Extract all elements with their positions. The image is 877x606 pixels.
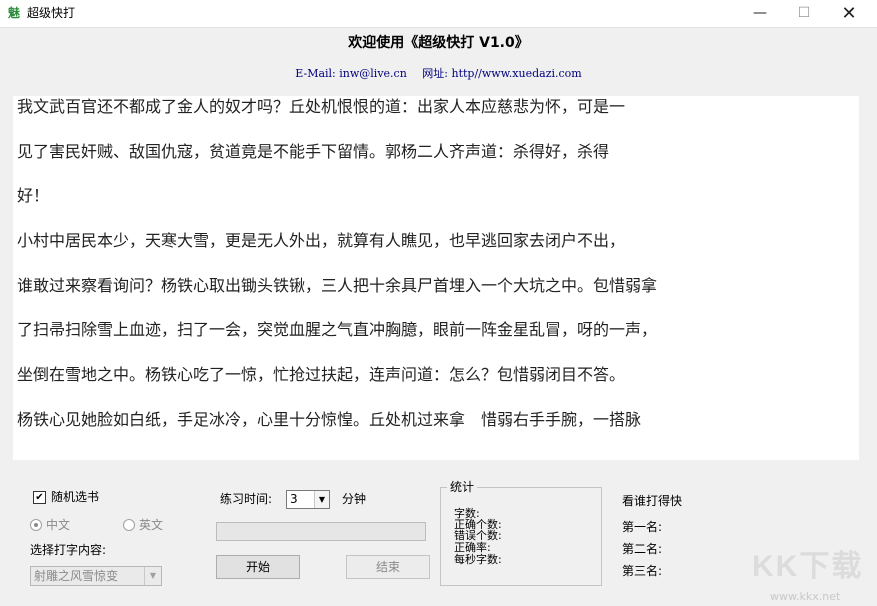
- text-line: 杨铁心见她脸如白纸，手足冰冷，心里十分惊惶。丘处机过来拿 惜弱右手手腕，一搭脉: [17, 410, 641, 430]
- welcome-heading: 欢迎使用《超级快打 V1.0》: [0, 34, 877, 52]
- radio-button[interactable]: [123, 519, 135, 531]
- title-bar: 魅 超级快打 — ☐ ✕: [0, 0, 877, 28]
- text-line: 好！: [17, 186, 49, 206]
- text-line: 我文武百官还不都成了金人的奴才吗？丘处机恨恨的道：出家人本应慈悲为怀，可是一: [17, 97, 625, 117]
- close-icon: ✕: [841, 3, 856, 24]
- radio-english-label: 英文: [139, 518, 163, 532]
- radio-button[interactable]: [30, 519, 42, 531]
- ranking-first: 第一名:: [622, 520, 662, 534]
- content-select-label: 选择打字内容:: [30, 543, 106, 557]
- stat-per-second: 每秒字数:: [454, 554, 502, 566]
- progress-bar: [216, 522, 426, 541]
- practice-text-area[interactable]: 我文武百官还不都成了金人的奴才吗？丘处机恨恨的道：出家人本应慈悲为怀，可是一 见…: [13, 96, 859, 460]
- watermark-url: www.kkx.net: [770, 591, 840, 603]
- content-select-value: 射雕之风雪惊变: [34, 569, 118, 583]
- ranking-second: 第二名:: [622, 542, 662, 556]
- text-line: 了扫帚扫除雪上血迹，扫了一会，突觉血腥之气直冲胸臆，眼前一阵金星乱冒，呀的一声，: [17, 320, 657, 340]
- email-text: E-Mail: inw@live.cn: [295, 67, 407, 80]
- stats-title: 统计: [447, 480, 477, 494]
- text-line: 坐倒在雪地之中。杨铁心吃了一惊，忙抢过扶起，连声问道：怎么？包惜弱闭目不答。: [17, 365, 625, 385]
- close-button[interactable]: ✕: [826, 0, 872, 27]
- maximize-icon: ☐: [798, 5, 811, 21]
- text-line: 见了害民奸贼、敌国仇寇，贫道竟是不能手下留情。郭杨二人齐声道：杀得好，杀得: [17, 142, 609, 162]
- minimize-icon: —: [753, 5, 767, 21]
- website-text: 网址: http//www.xuedazi.com: [422, 67, 581, 80]
- text-line: 谁敢过来察看询问？杨铁心取出锄头铁锹，三人把十余具尸首埋入一个大坑之中。包惜弱拿: [17, 276, 657, 296]
- ranking-title: 看谁打得快: [622, 494, 682, 508]
- chevron-down-icon: ▼: [314, 491, 329, 508]
- app-logo-icon: 魅: [8, 6, 22, 20]
- contact-line: E-Mail: inw@live.cn 网址: http//www.xuedaz…: [0, 67, 877, 81]
- ranking-third: 第三名:: [622, 564, 662, 578]
- radio-chinese-label: 中文: [46, 518, 70, 532]
- chevron-down-icon: ▼: [144, 567, 161, 585]
- end-button[interactable]: 结束: [346, 555, 430, 579]
- text-line: 小村中居民本少，天寒大雪，更是无人外出，就算有人瞧见，也早逃回家去闭户不出，: [17, 231, 625, 251]
- main-window: 魅 超级快打 — ☐ ✕ 欢迎使用《超级快打 V1.0》 E-Mail: inw…: [0, 0, 877, 606]
- watermark-logo: KK下载: [752, 550, 863, 584]
- content-select[interactable]: 射雕之风雪惊变 ▼: [30, 566, 162, 586]
- window-title: 超级快打: [27, 6, 75, 20]
- minimize-button[interactable]: —: [737, 0, 783, 27]
- start-button[interactable]: 开始: [216, 555, 300, 579]
- maximize-button[interactable]: ☐: [781, 0, 827, 27]
- random-book-label: 随机选书: [51, 490, 99, 504]
- checkmark-icon[interactable]: ✔: [33, 491, 46, 504]
- practice-time-label: 练习时间:: [220, 492, 272, 506]
- practice-time-value: 3: [290, 492, 298, 506]
- practice-time-unit: 分钟: [342, 492, 366, 506]
- practice-time-select[interactable]: 3 ▼: [286, 490, 330, 509]
